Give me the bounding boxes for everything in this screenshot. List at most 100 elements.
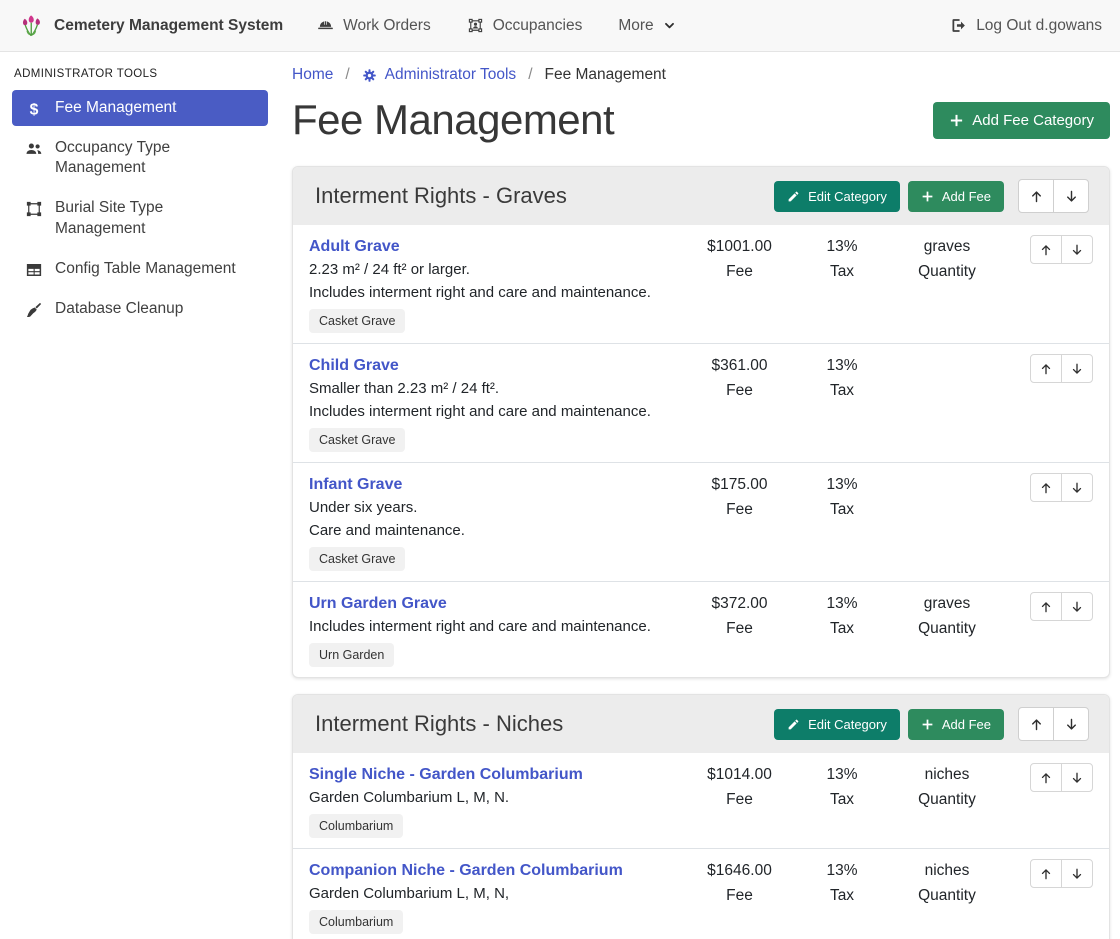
pencil-icon [787, 190, 800, 203]
vector-square-icon [22, 200, 46, 218]
logout-link[interactable]: Log Out d.gowans [950, 17, 1102, 35]
fee-badge-row: Urn Garden [309, 638, 672, 667]
sidebar-item-database-cleanup[interactable]: Database Cleanup [12, 291, 268, 327]
nav-item-more[interactable]: More [618, 17, 675, 35]
move-fee-up-button[interactable] [1030, 235, 1062, 264]
fee-quantity-value: graves [924, 592, 971, 615]
move-category-down-button[interactable] [1053, 707, 1089, 741]
move-fee-down-button[interactable] [1061, 354, 1093, 383]
fee-fee-stat: $1646.00Fee [682, 859, 797, 907]
fee-row: Child GraveSmaller than 2.23 m² / 24 ft²… [293, 343, 1109, 462]
fee-tax-stat: 13%Tax [797, 592, 887, 640]
move-fee-up-button[interactable] [1030, 859, 1062, 888]
fee-details: Adult Grave2.23 m² / 24 ft² or larger.In… [309, 235, 682, 333]
move-fee-up-button[interactable] [1030, 763, 1062, 792]
breadcrumb-current: Fee Management [545, 66, 667, 84]
breadcrumb-admin-tools-link[interactable]: Administrator Tools [362, 66, 517, 84]
move-fee-up-button[interactable] [1030, 354, 1062, 383]
move-fee-up-button[interactable] [1030, 592, 1062, 621]
edit-category-button[interactable]: Edit Category [774, 709, 900, 740]
fee-fee-value: $1001.00 [707, 235, 772, 258]
breadcrumb: Home / Administrator Tools / Fee Managem… [292, 66, 1110, 84]
fee-tax-label: Tax [830, 788, 854, 811]
page-header: Fee Management Add Fee Category [292, 96, 1110, 144]
move-fee-down-button[interactable] [1061, 859, 1093, 888]
pencil-icon [787, 718, 800, 731]
sign-out-icon [950, 17, 967, 34]
move-fee-down-button[interactable] [1061, 473, 1093, 502]
add-fee-category-button[interactable]: Add Fee Category [933, 102, 1110, 139]
fee-tax-value: 13% [826, 354, 857, 377]
fee-reorder-buttons [1030, 763, 1093, 792]
users-icon [22, 140, 46, 158]
chevron-down-icon [663, 19, 676, 32]
breadcrumb-home-link[interactable]: Home [292, 66, 333, 84]
move-fee-down-button[interactable] [1061, 235, 1093, 264]
tulip-logo-icon [18, 12, 45, 39]
fee-type-badge: Urn Garden [309, 643, 394, 667]
category-title: Interment Rights - Graves [315, 183, 766, 209]
plus-icon [921, 190, 934, 203]
sidebar-item-fee-management[interactable]: $Fee Management [12, 90, 268, 126]
fee-row: Infant GraveUnder six years.Care and mai… [293, 462, 1109, 581]
fee-type-badge: Casket Grave [309, 428, 405, 452]
sidebar-items: $Fee Management Occupancy Type Management… [0, 90, 280, 327]
fee-name-link[interactable]: Companion Niche - Garden Columbarium [309, 859, 623, 882]
move-fee-down-button[interactable] [1061, 763, 1093, 792]
fee-quantity-stat: nichesQuantity [887, 859, 1007, 907]
edit-category-button[interactable]: Edit Category [774, 181, 900, 212]
nav-item-label: More [618, 17, 653, 35]
add-fee-label: Add Fee [942, 189, 991, 204]
move-category-down-button[interactable] [1053, 179, 1089, 213]
category-header: Interment Rights - Graves Edit Category Ad… [293, 167, 1109, 225]
plus-icon [949, 113, 964, 128]
fee-row-actions [1007, 473, 1093, 502]
move-fee-up-button[interactable] [1030, 473, 1062, 502]
sidebar-item-burial-site-type-management[interactable]: Burial Site Type Management [12, 190, 268, 246]
broom-icon [22, 301, 46, 319]
nav-item-label: Work Orders [343, 17, 431, 35]
fee-row: Single Niche - Garden ColumbariumGarden … [293, 753, 1109, 848]
breadcrumb-separator: / [528, 66, 532, 84]
add-fee-category-label: Add Fee Category [972, 112, 1094, 129]
fee-tax-stat: 13%Tax [797, 859, 887, 907]
move-category-up-button[interactable] [1018, 179, 1054, 213]
add-fee-button[interactable]: Add Fee [908, 181, 1004, 212]
fee-description: 2.23 m² / 24 ft² or larger. [309, 258, 672, 281]
fee-row: Urn Garden GraveIncludes interment right… [293, 581, 1109, 677]
fee-fee-stat: $175.00Fee [682, 473, 797, 521]
fee-tax-label: Tax [830, 884, 854, 907]
nav-item-occupancies[interactable]: Occupancies [467, 17, 583, 35]
move-category-up-button[interactable] [1018, 707, 1054, 741]
fee-description: Under six years. [309, 496, 672, 519]
fee-name-link[interactable]: Infant Grave [309, 473, 402, 496]
fee-tax-value: 13% [826, 235, 857, 258]
arrow-down-icon [1070, 600, 1084, 614]
brand-link[interactable]: Cemetery Management System [18, 12, 283, 39]
fee-name-link[interactable]: Adult Grave [309, 235, 400, 258]
fee-name-link[interactable]: Urn Garden Grave [309, 592, 447, 615]
fee-name-link[interactable]: Single Niche - Garden Columbarium [309, 763, 583, 786]
fee-name-link[interactable]: Child Grave [309, 354, 399, 377]
fee-details: Single Niche - Garden ColumbariumGarden … [309, 763, 682, 838]
sidebar-item-occupancy-type-management[interactable]: Occupancy Type Management [12, 130, 268, 186]
arrow-down-icon [1070, 362, 1084, 376]
fee-details: Infant GraveUnder six years.Care and mai… [309, 473, 682, 571]
fee-type-badge: Columbarium [309, 814, 403, 838]
fee-category-card: Interment Rights - NichesEdit CategoryAd… [292, 694, 1110, 939]
fee-quantity-stat: nichesQuantity [887, 763, 1007, 811]
fee-fee-label: Fee [726, 788, 753, 811]
add-fee-button[interactable]: Add Fee [908, 709, 1004, 740]
sidebar-item-config-table-management[interactable]: Config Table Management [12, 251, 268, 287]
fee-reorder-buttons [1030, 354, 1093, 383]
fee-fee-label: Fee [726, 379, 753, 402]
arrow-up-icon [1039, 481, 1053, 495]
fee-description: Includes interment right and care and ma… [309, 281, 672, 304]
sidebar-item-label: Burial Site Type Management [55, 198, 258, 238]
fee-fee-value: $1014.00 [707, 763, 772, 786]
sidebar-heading: ADMINISTRATOR TOOLS [0, 68, 280, 80]
fee-description: Includes interment right and care and ma… [309, 400, 672, 423]
move-fee-down-button[interactable] [1061, 592, 1093, 621]
nav-item-work-orders[interactable]: Work Orders [317, 17, 431, 35]
hard-hat-icon [317, 17, 334, 34]
